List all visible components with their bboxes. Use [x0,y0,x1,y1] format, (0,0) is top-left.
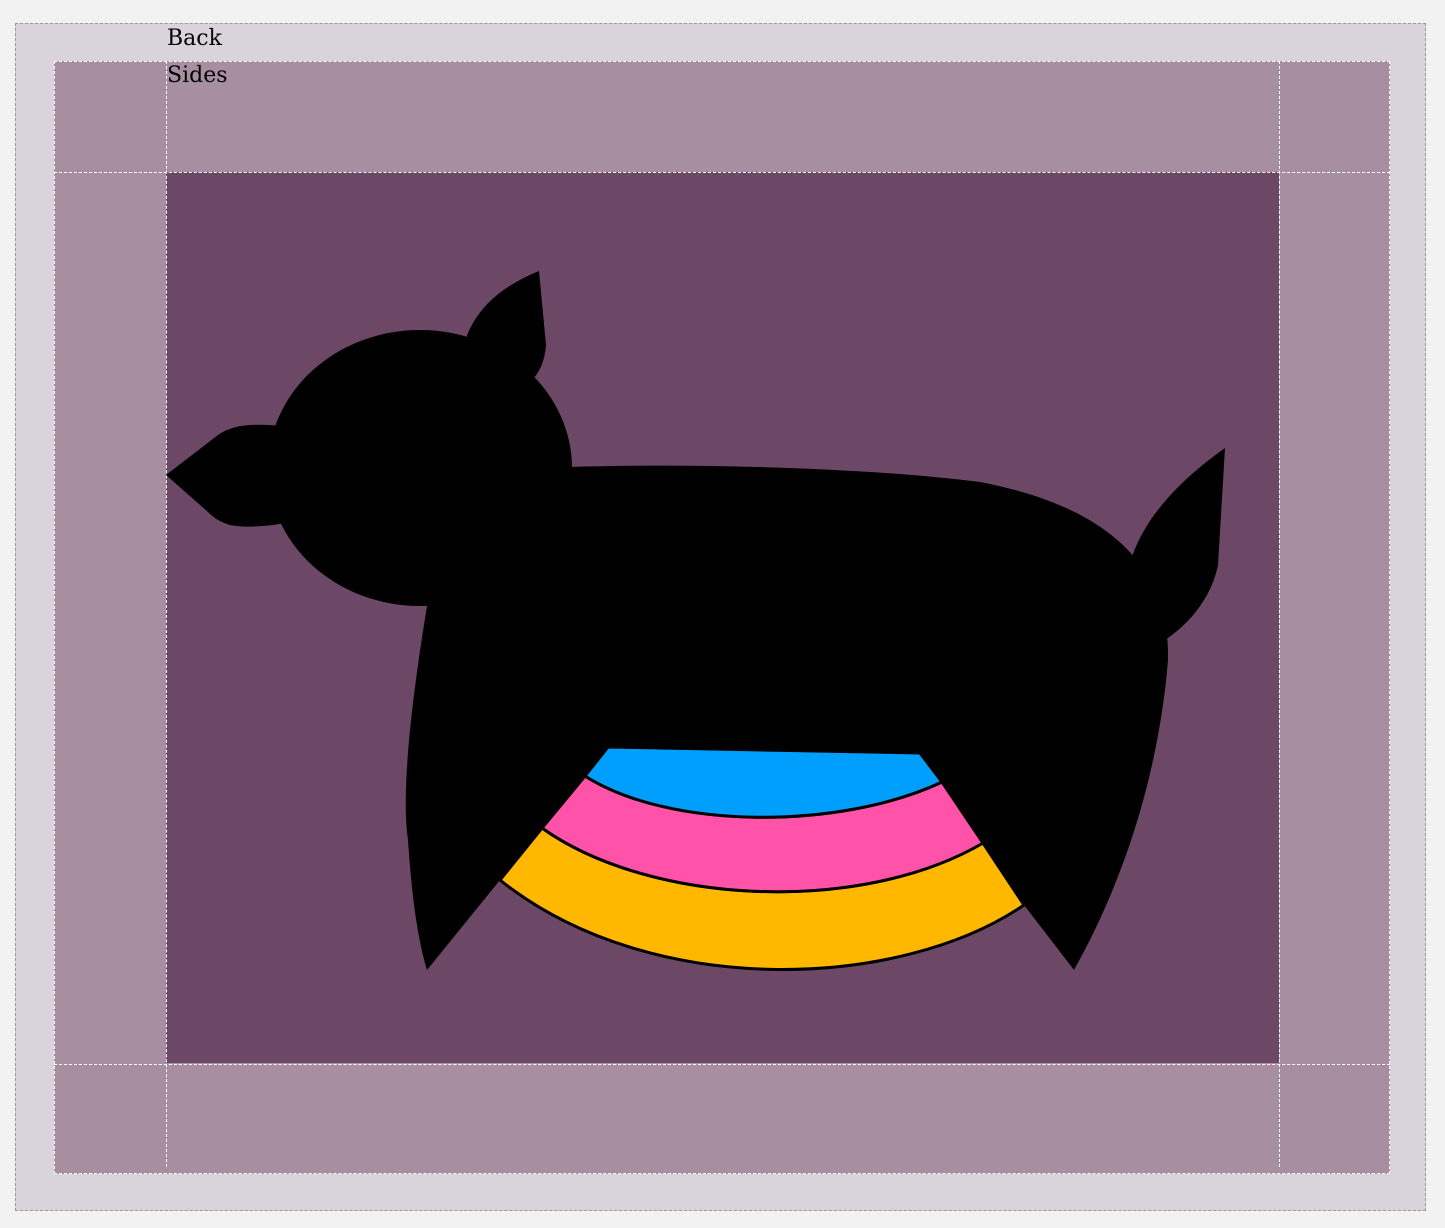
pig-illustration [166,271,1225,971]
